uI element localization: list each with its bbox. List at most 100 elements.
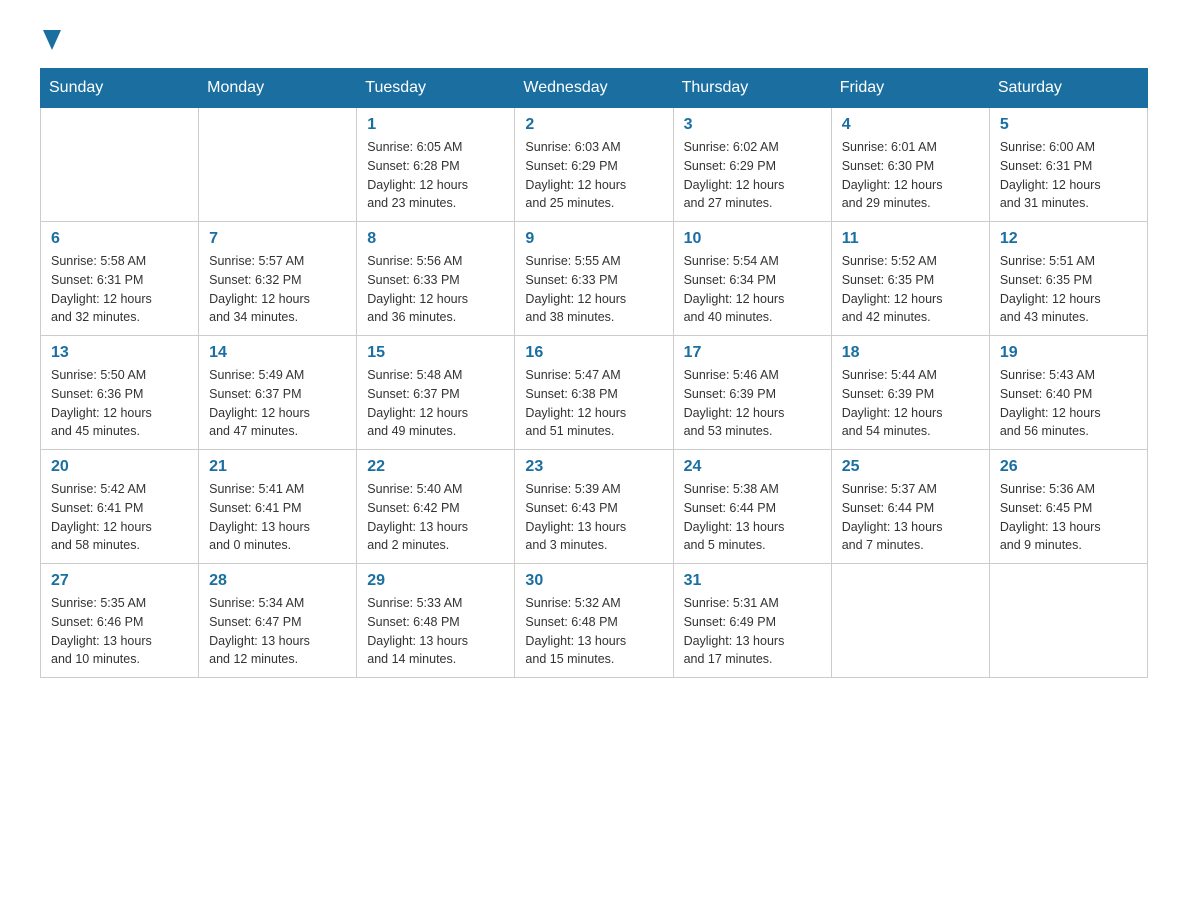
calendar-cell: 24 Sunrise: 5:38 AMSunset: 6:44 PMDayligh… (673, 450, 831, 564)
day-number: 8 (367, 230, 504, 248)
day-number: 31 (684, 572, 821, 590)
calendar-cell: 4 Sunrise: 6:01 AMSunset: 6:30 PMDaylight… (831, 108, 989, 222)
day-number: 11 (842, 230, 979, 248)
day-info: Sunrise: 5:47 AMSunset: 6:38 PMDaylight:… (525, 366, 662, 441)
calendar-cell: 7 Sunrise: 5:57 AMSunset: 6:32 PMDaylight… (199, 222, 357, 336)
calendar-cell: 10 Sunrise: 5:54 AMSunset: 6:34 PMDayligh… (673, 222, 831, 336)
day-number: 25 (842, 458, 979, 476)
page-header (40, 30, 1148, 50)
day-number: 12 (1000, 230, 1137, 248)
day-number: 15 (367, 344, 504, 362)
day-info: Sunrise: 5:41 AMSunset: 6:41 PMDaylight:… (209, 480, 346, 555)
calendar-cell: 29Sunrise: 5:33 AMSunset: 6:48 PMDayligh… (357, 564, 515, 678)
week-row-1: 1 Sunrise: 6:05 AMSunset: 6:28 PMDaylight… (41, 108, 1148, 222)
day-number: 27 (51, 572, 188, 590)
day-info: Sunrise: 5:57 AMSunset: 6:32 PMDaylight:… (209, 252, 346, 327)
day-number: 19 (1000, 344, 1137, 362)
day-number: 9 (525, 230, 662, 248)
calendar-cell: 6 Sunrise: 5:58 AMSunset: 6:31 PMDaylight… (41, 222, 199, 336)
day-number: 28 (209, 572, 346, 590)
week-row-5: 27 Sunrise: 5:35 AMSunset: 6:46 PMDayligh… (41, 564, 1148, 678)
calendar-cell: 12 Sunrise: 5:51 AMSunset: 6:35 PMDayligh… (989, 222, 1147, 336)
day-number: 2 (525, 116, 662, 134)
day-number: 24 (684, 458, 821, 476)
day-info: Sunrise: 5:39 AMSunset: 6:43 PMDaylight:… (525, 480, 662, 555)
weekday-header-row: SundayMondayTuesdayWednesdayThursdayFrid… (41, 69, 1148, 108)
calendar-cell: 3Sunrise: 6:02 AMSunset: 6:29 PMDaylight… (673, 108, 831, 222)
day-info: Sunrise: 6:03 AMSunset: 6:29 PMDaylight:… (525, 138, 662, 213)
calendar-cell: 9 Sunrise: 5:55 AMSunset: 6:33 PMDaylight… (515, 222, 673, 336)
weekday-header-friday: Friday (831, 69, 989, 108)
calendar-cell: 28 Sunrise: 5:34 AMSunset: 6:47 PMDayligh… (199, 564, 357, 678)
day-number: 3 (684, 116, 821, 134)
day-info: Sunrise: 5:55 AMSunset: 6:33 PMDaylight:… (525, 252, 662, 327)
day-number: 1 (367, 116, 504, 134)
weekday-header-saturday: Saturday (989, 69, 1147, 108)
calendar-cell: 21 Sunrise: 5:41 AMSunset: 6:41 PMDayligh… (199, 450, 357, 564)
calendar-cell: 22Sunrise: 5:40 AMSunset: 6:42 PMDayligh… (357, 450, 515, 564)
calendar-cell: 2 Sunrise: 6:03 AMSunset: 6:29 PMDaylight… (515, 108, 673, 222)
calendar-table: SundayMondayTuesdayWednesdayThursdayFrid… (40, 68, 1148, 678)
calendar-cell: 14 Sunrise: 5:49 AMSunset: 6:37 PMDayligh… (199, 336, 357, 450)
day-number: 7 (209, 230, 346, 248)
day-number: 14 (209, 344, 346, 362)
day-number: 6 (51, 230, 188, 248)
day-info: Sunrise: 5:37 AMSunset: 6:44 PMDaylight:… (842, 480, 979, 555)
day-number: 13 (51, 344, 188, 362)
day-number: 17 (684, 344, 821, 362)
weekday-header-sunday: Sunday (41, 69, 199, 108)
calendar-cell: 17 Sunrise: 5:46 AMSunset: 6:39 PMDayligh… (673, 336, 831, 450)
day-info: Sunrise: 6:01 AMSunset: 6:30 PMDaylight:… (842, 138, 979, 213)
weekday-header-wednesday: Wednesday (515, 69, 673, 108)
day-info: Sunrise: 5:51 AMSunset: 6:35 PMDaylight:… (1000, 252, 1137, 327)
calendar-cell: 20Sunrise: 5:42 AMSunset: 6:41 PMDayligh… (41, 450, 199, 564)
calendar-cell: 30 Sunrise: 5:32 AMSunset: 6:48 PMDayligh… (515, 564, 673, 678)
day-number: 4 (842, 116, 979, 134)
day-number: 23 (525, 458, 662, 476)
day-number: 20 (51, 458, 188, 476)
calendar-cell: 1 Sunrise: 6:05 AMSunset: 6:28 PMDaylight… (357, 108, 515, 222)
day-info: Sunrise: 5:54 AMSunset: 6:34 PMDaylight:… (684, 252, 821, 327)
day-number: 18 (842, 344, 979, 362)
weekday-header-tuesday: Tuesday (357, 69, 515, 108)
day-number: 22 (367, 458, 504, 476)
day-number: 21 (209, 458, 346, 476)
day-number: 26 (1000, 458, 1137, 476)
calendar-cell: 23 Sunrise: 5:39 AMSunset: 6:43 PMDayligh… (515, 450, 673, 564)
day-number: 10 (684, 230, 821, 248)
calendar-cell (199, 108, 357, 222)
day-number: 30 (525, 572, 662, 590)
week-row-2: 6 Sunrise: 5:58 AMSunset: 6:31 PMDaylight… (41, 222, 1148, 336)
day-number: 16 (525, 344, 662, 362)
calendar-cell: 5Sunrise: 6:00 AMSunset: 6:31 PMDaylight… (989, 108, 1147, 222)
day-info: Sunrise: 5:35 AMSunset: 6:46 PMDaylight:… (51, 594, 188, 669)
week-row-3: 13 Sunrise: 5:50 AMSunset: 6:36 PMDayligh… (41, 336, 1148, 450)
day-info: Sunrise: 5:32 AMSunset: 6:48 PMDaylight:… (525, 594, 662, 669)
day-info: Sunrise: 5:58 AMSunset: 6:31 PMDaylight:… (51, 252, 188, 327)
calendar-cell: 19 Sunrise: 5:43 AMSunset: 6:40 PMDayligh… (989, 336, 1147, 450)
day-info: Sunrise: 5:46 AMSunset: 6:39 PMDaylight:… (684, 366, 821, 441)
calendar-cell: 11 Sunrise: 5:52 AMSunset: 6:35 PMDayligh… (831, 222, 989, 336)
day-info: Sunrise: 5:43 AMSunset: 6:40 PMDaylight:… (1000, 366, 1137, 441)
calendar-cell: 27 Sunrise: 5:35 AMSunset: 6:46 PMDayligh… (41, 564, 199, 678)
week-row-4: 20Sunrise: 5:42 AMSunset: 6:41 PMDayligh… (41, 450, 1148, 564)
weekday-header-monday: Monday (199, 69, 357, 108)
day-info: Sunrise: 5:38 AMSunset: 6:44 PMDaylight:… (684, 480, 821, 555)
day-info: Sunrise: 5:52 AMSunset: 6:35 PMDaylight:… (842, 252, 979, 327)
day-info: Sunrise: 5:44 AMSunset: 6:39 PMDaylight:… (842, 366, 979, 441)
day-info: Sunrise: 5:49 AMSunset: 6:37 PMDaylight:… (209, 366, 346, 441)
day-info: Sunrise: 6:05 AMSunset: 6:28 PMDaylight:… (367, 138, 504, 213)
logo (40, 30, 61, 50)
day-info: Sunrise: 5:50 AMSunset: 6:36 PMDaylight:… (51, 366, 188, 441)
calendar-cell: 25 Sunrise: 5:37 AMSunset: 6:44 PMDayligh… (831, 450, 989, 564)
calendar-cell: 8Sunrise: 5:56 AMSunset: 6:33 PMDaylight… (357, 222, 515, 336)
day-info: Sunrise: 5:48 AMSunset: 6:37 PMDaylight:… (367, 366, 504, 441)
calendar-cell (831, 564, 989, 678)
day-info: Sunrise: 5:34 AMSunset: 6:47 PMDaylight:… (209, 594, 346, 669)
day-info: Sunrise: 6:00 AMSunset: 6:31 PMDaylight:… (1000, 138, 1137, 213)
day-info: Sunrise: 5:31 AMSunset: 6:49 PMDaylight:… (684, 594, 821, 669)
calendar-cell (989, 564, 1147, 678)
calendar-cell: 16 Sunrise: 5:47 AMSunset: 6:38 PMDayligh… (515, 336, 673, 450)
day-number: 29 (367, 572, 504, 590)
calendar-cell (41, 108, 199, 222)
